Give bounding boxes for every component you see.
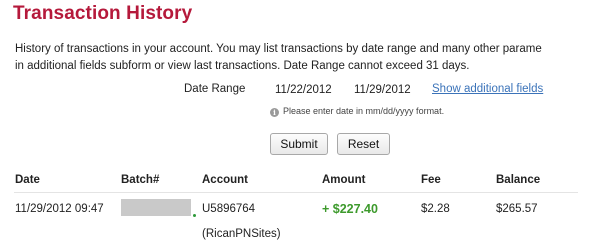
cell-batch-redacted bbox=[121, 199, 191, 216]
cell-balance: $265.57 bbox=[496, 203, 538, 215]
column-header-batch: Batch# bbox=[121, 174, 160, 186]
date-format-hint-text: Please enter date in mm/dd/yyyy format. bbox=[283, 106, 445, 116]
date-range-label: Date Range bbox=[184, 83, 246, 95]
cell-account: U5896764 bbox=[202, 203, 256, 215]
column-header-account: Account bbox=[202, 174, 248, 186]
table-divider bbox=[14, 192, 578, 193]
show-additional-fields-link[interactable]: Show additional fields bbox=[432, 83, 543, 95]
description-line-1: History of transactions in your account.… bbox=[15, 43, 542, 55]
column-header-fee: Fee bbox=[421, 174, 441, 186]
cell-fee: $2.28 bbox=[421, 203, 450, 215]
column-header-amount: Amount bbox=[322, 174, 366, 186]
date-to-input[interactable] bbox=[350, 80, 418, 100]
date-format-hint: i Please enter date in mm/dd/yyyy format. bbox=[270, 106, 444, 117]
page-title: Transaction History bbox=[13, 3, 193, 24]
column-header-date: Date bbox=[15, 174, 40, 186]
page-description: History of transactions in your account.… bbox=[15, 41, 587, 75]
date-from-input[interactable] bbox=[271, 80, 339, 100]
reset-button[interactable]: Reset bbox=[337, 133, 390, 155]
cell-amount: + $227.40 bbox=[322, 202, 378, 216]
description-line-2: in additional fields subform or view las… bbox=[15, 60, 470, 72]
cell-date: 11/29/2012 09:47 bbox=[15, 203, 104, 215]
info-icon: i bbox=[270, 108, 279, 117]
column-header-balance: Balance bbox=[496, 174, 541, 186]
status-dot bbox=[193, 214, 196, 217]
submit-button[interactable]: Submit bbox=[270, 133, 328, 155]
cell-account-name: (RicanPNSites) bbox=[202, 228, 281, 240]
